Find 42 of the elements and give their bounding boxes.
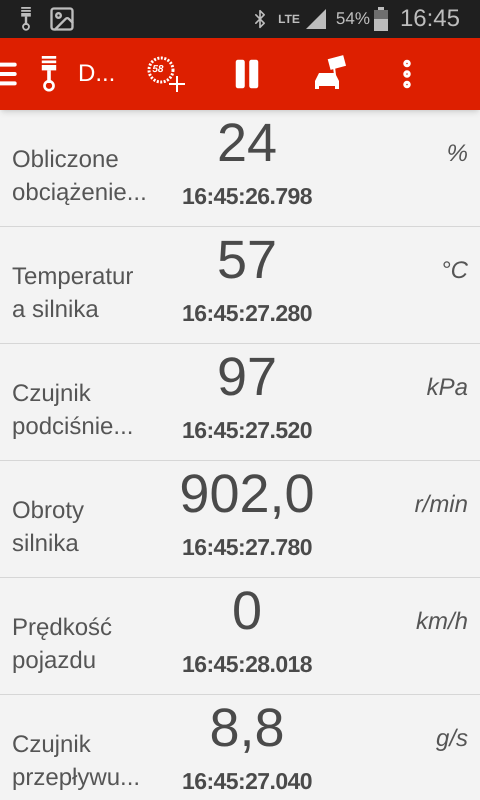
unit-label: °C — [441, 256, 468, 286]
unit-label: % — [446, 139, 468, 169]
sensor-value: 0 — [232, 581, 262, 641]
sensor-name: Temperatur a silnika — [12, 262, 134, 325]
sensor-row[interactable]: Prędkość pojazdu 0 16:45:28.018 km/h — [0, 578, 480, 695]
clock: 16:45 — [400, 4, 460, 34]
sensor-value: 24 — [216, 113, 278, 173]
timestamp: 16:45:26.798 — [182, 182, 312, 211]
sensor-row[interactable]: Czujnik przepływu... 8,8 16:45:27.040 g/s — [0, 695, 480, 800]
add-gauge-button[interactable]: 58 — [147, 56, 188, 92]
piston-icon — [40, 56, 58, 92]
sensor-value: 57 — [216, 230, 278, 290]
battery-icon — [374, 7, 388, 31]
sensor-row[interactable]: Czujnik podciśnie... 97 16:45:27.520 kPa — [0, 344, 480, 461]
sensor-row[interactable]: Obliczone obciążenie... 24 16:45:26.798 % — [0, 110, 480, 227]
sensor-name: Czujnik przepływu... — [12, 730, 140, 793]
sensor-row[interactable]: Temperatur a silnika 57 16:45:27.280 °C — [0, 227, 480, 344]
sensor-value: 8,8 — [209, 698, 285, 758]
unit-label: km/h — [416, 607, 468, 637]
timestamp: 16:45:28.018 — [182, 650, 312, 679]
timestamp: 16:45:27.040 — [182, 767, 312, 796]
timestamp: 16:45:27.280 — [182, 299, 312, 328]
sensor-name: Obroty silnika — [12, 496, 84, 559]
sensor-name: Czujnik podciśnie... — [12, 379, 134, 442]
plus-icon — [169, 76, 186, 92]
timestamp: 16:45:27.780 — [182, 533, 312, 562]
network-type: LTE — [278, 13, 300, 25]
unit-label: kPa — [426, 373, 468, 403]
unit-label: g/s — [436, 724, 468, 754]
piston-icon — [20, 6, 32, 32]
toolbar-title: D... — [78, 59, 116, 89]
dial-icon — [147, 56, 176, 84]
image-icon — [48, 5, 76, 33]
sensor-value: 97 — [216, 347, 278, 407]
sensor-value: 902,0 — [179, 464, 315, 524]
unit-label: r/min — [414, 490, 468, 520]
sensor-row[interactable]: Obroty silnika 902,0 16:45:27.780 r/min — [0, 461, 480, 578]
sensor-name: Prędkość pojazdu — [12, 613, 112, 676]
sensor-name: Obliczone obciążenie... — [12, 145, 147, 208]
battery-percent: 54% — [336, 8, 370, 30]
signal-icon — [304, 7, 328, 31]
timestamp: 16:45:27.520 — [182, 416, 312, 445]
